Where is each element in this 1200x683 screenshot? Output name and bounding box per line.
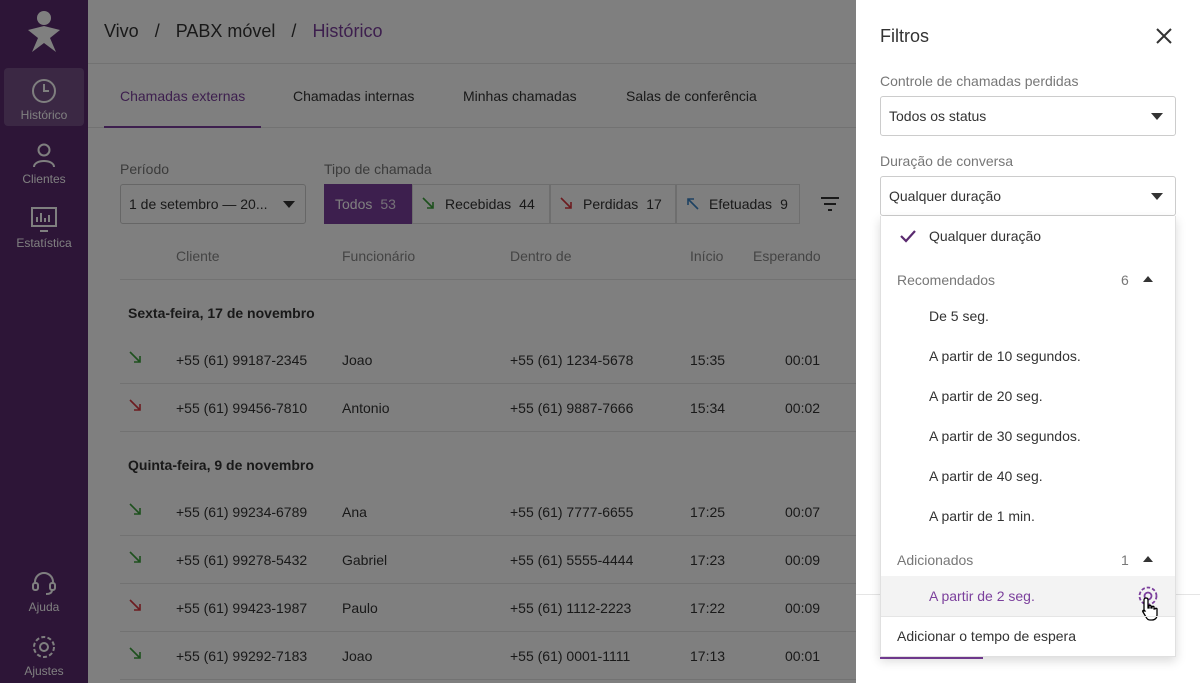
duration-option[interactable]: A partir de 30 segundos.: [881, 416, 1175, 456]
missed-calls-label: Controle de chamadas perdidas: [880, 73, 1079, 89]
duration-option-selected[interactable]: Qualquer duração: [881, 216, 1175, 256]
section-title: Adicionados: [897, 552, 974, 568]
duration-option[interactable]: A partir de 20 seg.: [881, 376, 1175, 416]
duration-label: Duração de conversa: [880, 153, 1014, 169]
duration-option[interactable]: De 5 seg.: [881, 296, 1175, 336]
section-count: 6: [1121, 272, 1129, 288]
section-recommended[interactable]: Recomendados 6: [881, 260, 1175, 300]
dropdown-divider: [881, 616, 1175, 617]
missed-calls-value: Todos os status: [889, 108, 987, 124]
duration-option[interactable]: A partir de 40 seg.: [881, 456, 1175, 496]
section-added[interactable]: Adicionados 1: [881, 540, 1175, 580]
close-icon[interactable]: [1154, 26, 1174, 46]
section-count: 1: [1121, 552, 1129, 568]
modal-overlay[interactable]: [0, 0, 856, 683]
add-wait-time-button[interactable]: Adicionar o tempo de espera: [897, 628, 1076, 644]
duration-option-added[interactable]: A partir de 2 seg.: [881, 576, 1175, 616]
duration-option-label: A partir de 2 seg.: [929, 588, 1035, 604]
chevron-down-icon: [1151, 193, 1163, 200]
section-title: Recomendados: [897, 272, 996, 288]
chevron-up-icon: [1143, 276, 1153, 282]
cursor-pointer-icon: [1142, 597, 1158, 621]
duration-option[interactable]: A partir de 1 min.: [881, 496, 1175, 536]
duration-dropdown: Qualquer duração Recomendados 6 De 5 seg…: [880, 216, 1176, 657]
panel-title: Filtros: [880, 26, 929, 46]
chevron-down-icon: [1151, 113, 1163, 120]
missed-calls-select[interactable]: Todos os status: [880, 96, 1176, 136]
duration-select[interactable]: Qualquer duração: [880, 176, 1176, 216]
chevron-up-icon: [1143, 556, 1153, 562]
duration-value: Qualquer duração: [889, 188, 1002, 204]
duration-option[interactable]: A partir de 10 segundos.: [881, 336, 1175, 376]
